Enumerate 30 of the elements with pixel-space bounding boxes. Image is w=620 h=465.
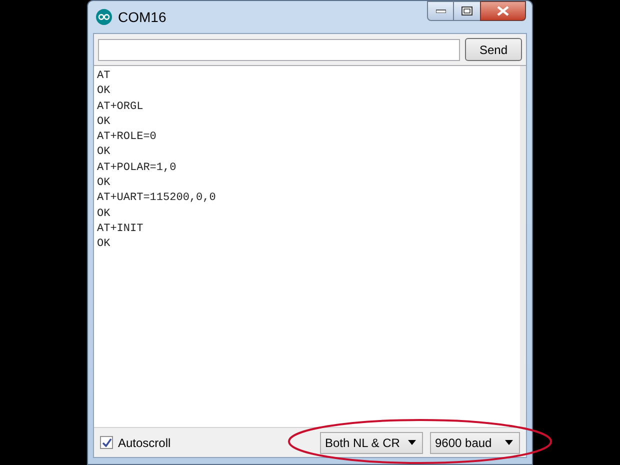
scrollbar[interactable]: [520, 66, 526, 427]
app-logo-icon: [96, 9, 112, 25]
dropdown[interactable]: Both NL & CR: [320, 432, 423, 454]
caret-icon: [408, 440, 416, 445]
output-line: AT: [97, 69, 112, 84]
output-line: OK: [97, 84, 112, 100]
output-line: OK: [97, 206, 112, 222]
output-line: AT+UART=115200,0,0: [97, 191, 217, 206]
checkmark-icon: [102, 438, 112, 447]
input-field[interactable]: [98, 38, 460, 60]
autoscroll-label: Autoscroll: [118, 434, 171, 452]
output-line: AT+POLAR=1,0: [97, 160, 178, 176]
minimize-icon: [436, 9, 446, 13]
output-line: OK: [97, 145, 112, 160]
output-line: AT+ROLE=0: [97, 130, 158, 146]
close-button[interactable]: [480, 1, 526, 21]
close-icon: [497, 6, 509, 16]
caret-icon: [505, 440, 513, 445]
dropdown[interactable]: 9600 baud: [430, 432, 520, 454]
output-line: OK: [97, 237, 112, 252]
output-line: AT+INIT: [97, 222, 144, 237]
send-button[interactable]: Send: [465, 38, 522, 61]
output-line: OK: [97, 114, 112, 130]
minimize-button[interactable]: [427, 1, 454, 21]
window-title: COM16: [118, 8, 166, 26]
output-line: OK: [97, 176, 112, 192]
maximize-button[interactable]: [454, 1, 480, 21]
checkbox[interactable]: [100, 436, 113, 449]
output-line: AT+ORGL: [97, 100, 144, 115]
maximize-icon: [461, 6, 473, 16]
